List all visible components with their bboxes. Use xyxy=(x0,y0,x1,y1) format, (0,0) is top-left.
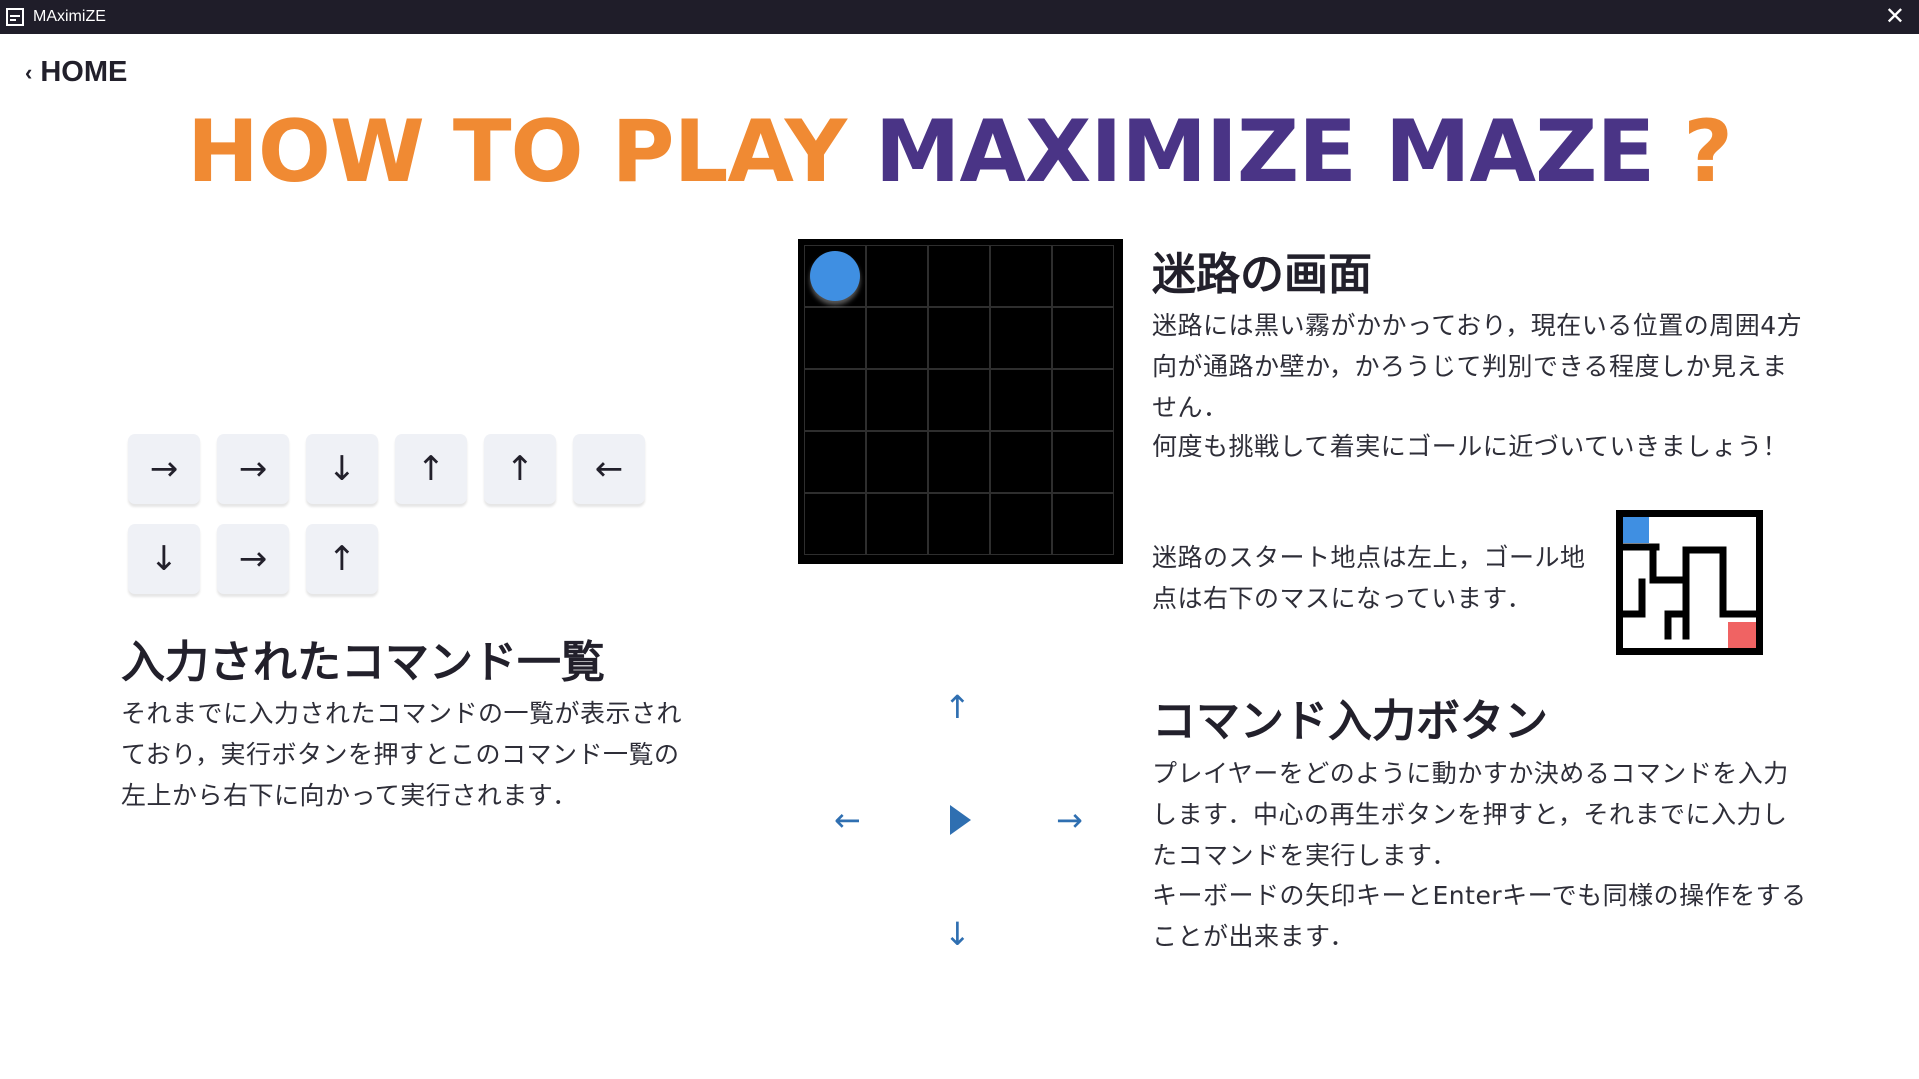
command-buttons-description: プレイヤーをどのように動かすか決めるコマンドを入力します．中心の再生ボタンを押す… xyxy=(1152,759,1789,870)
command-list: → → ↓ ↑ ↑ ← ↓ → ↑ xyxy=(128,434,668,594)
maze-cell xyxy=(928,369,990,431)
command-tile: ↑ xyxy=(395,434,467,504)
page-title: HOW TO PLAY MAXIMIZE MAZE ? xyxy=(0,104,1919,200)
maze-cell xyxy=(928,493,990,555)
maze-view xyxy=(798,239,1123,564)
command-tile: ← xyxy=(573,434,645,504)
home-button[interactable]: ‹ HOME xyxy=(25,56,127,89)
close-icon[interactable]: ✕ xyxy=(1885,4,1905,28)
command-list-description: それまでに入力されたコマンドの一覧が表示されており，実行ボタンを押すとこのコマン… xyxy=(121,699,683,810)
maze-cell xyxy=(804,369,866,431)
command-tile: → xyxy=(217,434,289,504)
maze-screen-title: 迷路の画面 xyxy=(1152,249,1372,300)
maze-cell xyxy=(866,369,928,431)
maze-cell xyxy=(804,431,866,493)
window-title: MAximiZE xyxy=(33,8,106,25)
command-list-title: 入力されたコマンド一覧 xyxy=(121,637,605,688)
maze-cell xyxy=(1052,307,1114,369)
maze-cell xyxy=(990,431,1052,493)
command-tile: ↑ xyxy=(306,524,378,594)
maze-diagram-start-cell xyxy=(1623,517,1649,543)
title-maximize-maze: MAXIMIZE MAZE xyxy=(874,102,1655,202)
maze-diagram-goal-cell xyxy=(1728,622,1756,650)
maze-cell xyxy=(1052,493,1114,555)
maze-cell xyxy=(866,493,928,555)
command-tile: → xyxy=(128,434,200,504)
up-button[interactable]: ↑ xyxy=(944,691,971,723)
maze-cell xyxy=(928,307,990,369)
command-buttons-title: コマンド入力ボタン xyxy=(1152,696,1548,747)
maze-cell xyxy=(866,245,928,307)
down-button[interactable]: ↓ xyxy=(944,918,971,950)
title-question-mark: ? xyxy=(1654,102,1733,202)
start-goal-note: 迷路のスタート地点は左上，ゴール地点は右下のマスになっています． xyxy=(1152,543,1586,613)
maze-cell xyxy=(928,245,990,307)
maze-cell xyxy=(804,493,866,555)
maze-cell xyxy=(866,307,928,369)
maze-cell xyxy=(928,431,990,493)
maze-cell xyxy=(990,307,1052,369)
maze-cell xyxy=(1052,369,1114,431)
left-button[interactable]: ← xyxy=(834,804,861,836)
app-icon xyxy=(6,8,24,26)
player-marker xyxy=(810,251,860,301)
command-tile: ↑ xyxy=(484,434,556,504)
home-label: HOME xyxy=(40,56,128,88)
maze-cell xyxy=(990,245,1052,307)
play-button[interactable] xyxy=(950,805,971,835)
command-buttons-description-2: キーボードの矢印キーとEnterキーでも同様の操作をすることが出来ます． xyxy=(1152,881,1807,951)
title-how-to-play: HOW TO PLAY xyxy=(186,102,875,202)
maze-cell xyxy=(1052,245,1114,307)
command-tile: → xyxy=(217,524,289,594)
maze-diagram xyxy=(1616,510,1763,655)
command-tile: ↓ xyxy=(128,524,200,594)
maze-screen-description-2: 何度も挑戦して着実にゴールに近づいていきましょう！ xyxy=(1152,432,1789,461)
command-tile: ↓ xyxy=(306,434,378,504)
chevron-left-icon: ‹ xyxy=(25,59,33,85)
maze-cell xyxy=(1052,431,1114,493)
maze-cell xyxy=(866,431,928,493)
right-button[interactable]: → xyxy=(1056,804,1083,836)
maze-cell xyxy=(990,493,1052,555)
maze-screen-description: 迷路には黒い霧がかかっており，現在いる位置の周囲4方向が通路か壁か，かろうじて判… xyxy=(1152,311,1803,422)
maze-cell xyxy=(990,369,1052,431)
maze-cell xyxy=(804,307,866,369)
window-titlebar: MAximiZE ✕ xyxy=(0,0,1919,34)
